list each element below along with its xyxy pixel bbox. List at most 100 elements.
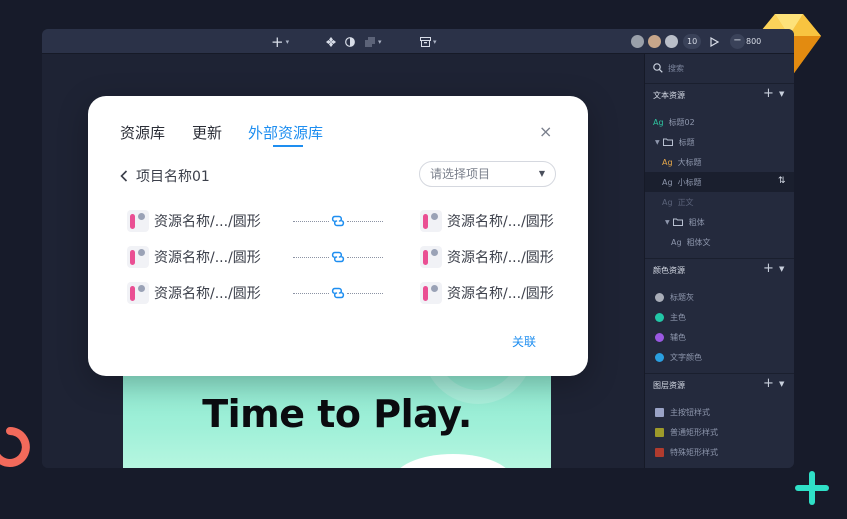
plus-icon: + [271,32,284,51]
color-swatch [655,332,664,342]
list-item-label: 小标题 [677,177,702,187]
link-connector[interactable] [293,287,383,299]
artboard-blob [393,454,513,468]
list-item[interactable]: Ag 粗体文 [645,232,794,252]
list-item-label: 主色 [670,312,686,322]
layer-style-swatch [655,447,664,457]
add-color-resource-button[interactable]: + [763,261,774,276]
target-resource[interactable]: 资源名称/.../圆形 [420,246,554,268]
external-library-dialog: 资源库 更新 外部资源库 × 项目名称01 请选择项目 ▼ 资源名称/.../圆… [88,96,588,376]
project-name: 项目名称01 [136,169,210,185]
link-confirm-button[interactable]: 关联 [512,333,536,350]
adjust-icon[interactable]: ⇅ [778,176,786,186]
source-resource[interactable]: 资源名称/.../圆形 [127,282,261,304]
layer-resources-header[interactable]: 图层资源 + ▼ [645,373,794,397]
chevron-down-icon[interactable]: ▼ [779,265,784,273]
list-item[interactable]: 标题灰 [645,287,794,307]
chevron-left-icon [120,170,128,182]
source-resource[interactable]: 资源名称/.../圆形 [127,210,261,232]
project-select[interactable]: 请选择项目 ▼ [419,161,556,187]
list-item-label: 粗体 [688,217,705,227]
archive-icon [420,36,431,47]
tab-external-library[interactable]: 外部资源库 [248,122,323,143]
decorative-ring-icon [0,427,30,467]
resource-name: 资源名称/.../圆形 [154,214,261,230]
zoom-level[interactable]: 800 [746,29,761,54]
link-icon [331,215,345,227]
list-item-label: 标题02 [668,117,695,127]
target-resource[interactable]: 资源名称/.../圆形 [420,282,554,304]
link-connector[interactable] [293,251,383,263]
target-resource[interactable]: 资源名称/.../圆形 [420,210,554,232]
list-item-label: 普通矩形样式 [670,427,718,437]
list-item[interactable]: 辅色 [645,327,794,347]
search-placeholder: 搜索 [668,63,684,73]
resource-icon [420,246,442,268]
list-item[interactable]: 主按钮样式 [645,402,794,422]
chevron-down-icon: ▾ [378,37,382,46]
select-placeholder: 请选择项目 [430,167,491,181]
chevron-down-icon: ▼ [538,169,545,178]
list-item[interactable]: Ag 标题02 [645,112,794,132]
resource-icon [420,282,442,304]
avatar[interactable] [647,34,662,49]
text-style-icon: Ag [662,157,673,167]
resource-icon [127,282,149,304]
resource-name: 资源名称/.../圆形 [447,250,554,266]
tab-updates[interactable]: 更新 [192,122,222,143]
artboard[interactable]: Time to Play. [123,364,551,468]
list-item[interactable]: Ag 正文 [645,192,794,212]
color-swatch [655,352,664,362]
list-item-label: 大标题 [677,157,702,167]
toolbar: + ▾ ▾ ▾ 10 − 800 [42,29,794,54]
text-style-icon: Ag [653,117,664,127]
add-text-resource-button[interactable]: + [763,86,774,101]
add-menu-button[interactable]: + ▾ [271,29,289,54]
resource-name: 资源名称/.../圆形 [154,250,261,266]
list-item[interactable]: 普通矩形样式 [645,422,794,442]
link-icon [331,287,345,299]
list-item-label: 文字颜色 [670,352,702,362]
resource-name: 资源名称/.../圆形 [154,286,261,302]
list-item[interactable]: Ag 大标题 [645,152,794,172]
link-icon [331,251,345,263]
folder-icon [662,138,673,146]
resource-icon [127,210,149,232]
layer-style-swatch [655,407,664,417]
color-resources-header[interactable]: 颜色资源 + ▼ [645,258,794,282]
back-button[interactable]: 项目名称01 [120,166,210,186]
list-item-label: 辅色 [670,332,686,342]
list-item[interactable]: ▼ 粗体 [645,212,794,232]
play-button[interactable] [710,29,719,54]
play-icon [710,36,719,47]
chevron-down-icon[interactable]: ▼ [779,380,784,388]
archive-button[interactable]: ▾ [420,29,437,54]
list-item[interactable]: 特殊矩形样式 [645,442,794,462]
color-swatch [655,292,664,302]
search-icon [653,63,663,73]
source-resource[interactable]: 资源名称/.../圆形 [127,246,261,268]
list-item[interactable]: ▼ 标题 [645,132,794,152]
add-layer-resource-button[interactable]: + [763,376,774,391]
zoom-out-button[interactable]: − [730,34,745,49]
contrast-button[interactable] [345,29,355,54]
text-resources-header[interactable]: 文本资源 + ▼ [645,83,794,107]
avatar[interactable] [630,34,645,49]
link-connector[interactable] [293,215,383,227]
decorative-plus-icon [795,471,829,505]
list-item[interactable]: 文字颜色 [645,347,794,367]
section-title: 图层资源 [653,381,685,390]
collaborators-count-badge[interactable]: 10 [683,34,702,49]
close-icon[interactable]: × [539,122,552,141]
search-input[interactable]: 搜索 [653,61,773,75]
list-item[interactable]: 主色 [645,307,794,327]
component-button[interactable] [326,29,336,54]
chevron-down-icon: ▼ [665,218,670,226]
list-item[interactable]: Ag 小标题 ⇅ [645,172,794,192]
text-style-icon: Ag [662,197,673,207]
boolean-button[interactable]: ▾ [365,29,382,54]
tab-library[interactable]: 资源库 [120,122,165,143]
resource-icon [127,246,149,268]
avatar[interactable] [664,34,679,49]
chevron-down-icon[interactable]: ▼ [779,90,784,98]
